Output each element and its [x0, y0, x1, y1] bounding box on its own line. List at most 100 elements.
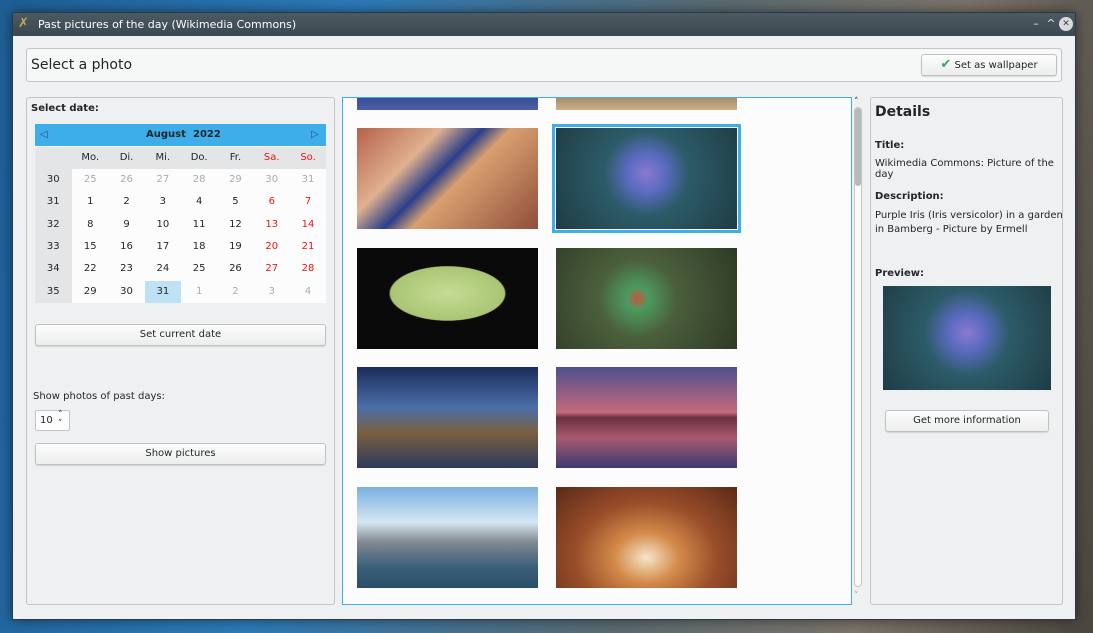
calendar[interactable]: Mo. Di. Mi. Do. Fr. Sa. So. 30 25 26 27 28 29 30 31 31 1… — [35, 124, 326, 303]
photo-thumbnail-night-ruins[interactable] — [357, 367, 538, 469]
set-as-wallpaper-button[interactable]: ✔ Set as wallpaper — [921, 54, 1057, 76]
description-value: Purple Iris (Iris versicolor) in a garde… — [875, 210, 1063, 235]
calendar-day[interactable]: 3 — [254, 281, 291, 303]
photo-thumbnail-partial[interactable] — [556, 98, 737, 110]
calendar-day[interactable]: 20 — [254, 236, 291, 258]
window-title: Past pictures of the day (Wikimedia Comm… — [38, 18, 297, 31]
month-selector[interactable]: August — [146, 124, 186, 146]
set-current-date-label: Set current date — [139, 329, 222, 340]
scroll-down-icon[interactable]: ˅ — [854, 591, 859, 601]
close-icon[interactable]: ✕ — [1059, 17, 1073, 31]
calendar-day[interactable]: 8 — [72, 214, 109, 236]
show-pictures-button[interactable]: Show pictures — [35, 443, 326, 465]
photo-grid[interactable] — [342, 97, 852, 605]
calendar-day[interactable]: 22 — [72, 258, 109, 280]
calendar-day[interactable]: 16 — [108, 236, 145, 258]
photo-thumbnail-bee-eater-bird[interactable] — [556, 247, 737, 349]
week-number: 33 — [46, 240, 60, 252]
calendar-day[interactable]: 11 — [181, 214, 218, 236]
calendar-day[interactable]: 27 — [254, 258, 291, 280]
photo-thumbnail-green-moth[interactable] — [357, 247, 538, 349]
calendar-day[interactable]: 26 — [217, 258, 254, 280]
calendar-day[interactable]: 12 — [217, 214, 254, 236]
calendar-day[interactable]: 18 — [181, 236, 218, 258]
calendar-day[interactable]: 7 — [290, 191, 327, 213]
calendar-day[interactable]: 1 — [181, 281, 218, 303]
weekday-header: Mo. — [81, 152, 100, 163]
week-number: 31 — [46, 196, 60, 208]
get-more-information-button[interactable]: Get more information — [885, 410, 1049, 432]
preview-image — [883, 286, 1051, 390]
calendar-day[interactable]: 10 — [145, 214, 182, 236]
year-selector[interactable]: 2022 — [193, 124, 221, 146]
week-number: 32 — [46, 218, 60, 230]
photo-thumbnail-manhattan-skyline[interactable] — [357, 486, 538, 588]
calendar-day[interactable]: 5 — [217, 191, 254, 213]
past-days-spinbox[interactable]: 10 ˄ ˅ — [35, 410, 70, 431]
get-more-information-label: Get more information — [913, 415, 1021, 426]
calendar-header: ◁ August 2022 ▷ — [35, 124, 326, 146]
spin-down-icon[interactable]: ˅ — [58, 420, 63, 429]
vertical-scrollbar[interactable]: ˄ ˅ — [853, 97, 863, 605]
calendar-day[interactable]: 25 — [72, 169, 109, 191]
app-window: ✗ Past pictures of the day (Wikimedia Co… — [12, 12, 1076, 620]
photo-thumbnail-partial[interactable] — [357, 98, 538, 110]
photo-thumbnail-purple-iris[interactable] — [552, 124, 741, 233]
calendar-day[interactable]: 26 — [108, 169, 145, 191]
calendar-day[interactable]: 13 — [254, 214, 291, 236]
weekday-header: So. — [300, 152, 316, 163]
show-pictures-label: Show pictures — [145, 448, 216, 459]
select-date-label: Select date: — [31, 103, 99, 114]
scroll-up-icon[interactable]: ˄ — [854, 97, 859, 107]
calendar-day[interactable]: 3 — [145, 191, 182, 213]
calendar-day[interactable]: 24 — [145, 258, 182, 280]
page-title: Select a photo — [31, 57, 133, 73]
set-as-wallpaper-label: Set as wallpaper — [954, 60, 1038, 71]
week-number: 30 — [46, 174, 60, 185]
weekday-header: Sa. — [263, 152, 280, 163]
app-icon: ✗ — [18, 16, 29, 31]
maximize-icon[interactable]: ^ — [1044, 17, 1058, 31]
calendar-day[interactable]: 9 — [108, 214, 145, 236]
description-label: Description: — [875, 191, 944, 202]
calendar-day[interactable]: 25 — [181, 258, 218, 280]
next-month-icon[interactable]: ▷ — [311, 124, 319, 146]
calendar-day[interactable]: 14 — [290, 214, 327, 236]
photo-thumbnail-giant-clam[interactable] — [357, 128, 538, 229]
calendar-day[interactable]: 29 — [72, 281, 109, 303]
calendar-day-selected[interactable]: 31 — [144, 280, 182, 303]
header-bar: Select a photo ✔ Set as wallpaper — [26, 48, 1062, 82]
calendar-day[interactable]: 29 — [217, 169, 254, 191]
calendar-day[interactable]: 30 — [254, 169, 291, 191]
weekday-header: Fr. — [229, 152, 242, 163]
title-bar[interactable]: ✗ Past pictures of the day (Wikimedia Co… — [13, 13, 1075, 36]
calendar-day[interactable]: 28 — [181, 169, 218, 191]
week-number: 35 — [46, 285, 60, 297]
calendar-day[interactable]: 21 — [290, 236, 327, 258]
calendar-day[interactable]: 4 — [181, 191, 218, 213]
calendar-day[interactable]: 1 — [72, 191, 109, 213]
set-current-date-button[interactable]: Set current date — [35, 324, 326, 346]
previous-month-icon[interactable]: ◁ — [40, 124, 48, 146]
scrollbar-track[interactable] — [854, 107, 862, 587]
calendar-day[interactable]: 2 — [217, 281, 254, 303]
calendar-day[interactable]: 23 — [108, 258, 145, 280]
calendar-day[interactable]: 28 — [290, 258, 327, 280]
calendar-day[interactable]: 19 — [217, 236, 254, 258]
calendar-day[interactable]: 31 — [290, 169, 327, 191]
calendar-day[interactable]: 2 — [108, 191, 145, 213]
title-value: Wikimedia Commons: Picture of the day — [875, 158, 1054, 180]
calendar-day[interactable]: 6 — [254, 191, 291, 213]
scrollbar-handle[interactable] — [855, 108, 861, 186]
minimize-icon[interactable]: – — [1029, 17, 1043, 31]
title-label: Title: — [875, 140, 905, 151]
calendar-day[interactable]: 15 — [72, 236, 109, 258]
weekday-header: Mi. — [155, 152, 171, 163]
photo-thumbnail-lake-church[interactable] — [556, 367, 737, 469]
calendar-day[interactable]: 17 — [145, 236, 182, 258]
calendar-day[interactable]: 4 — [290, 281, 327, 303]
photo-thumbnail-arched-corridor[interactable] — [556, 486, 737, 588]
preview-label: Preview: — [875, 268, 925, 279]
calendar-day[interactable]: 27 — [145, 169, 182, 191]
calendar-day[interactable]: 30 — [108, 281, 145, 303]
